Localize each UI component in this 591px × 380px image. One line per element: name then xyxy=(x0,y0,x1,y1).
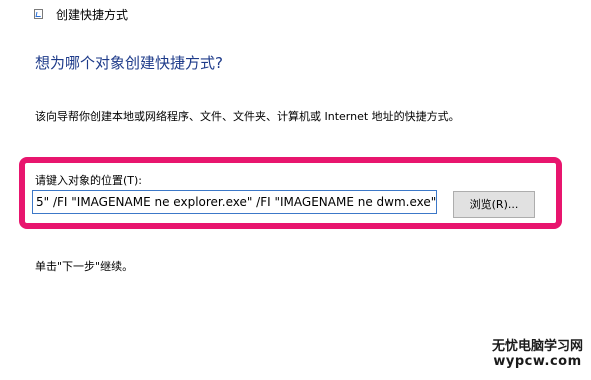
page-heading: 想为哪个对象创建快捷方式? xyxy=(35,54,223,72)
location-label: 请键入对象的位置(T): xyxy=(35,174,143,187)
browse-button[interactable]: 浏览(R)... xyxy=(453,191,535,218)
shortcut-icon xyxy=(34,9,43,19)
location-input-value: 5" /FI "IMAGENAME ne explorer.exe" /FI "… xyxy=(36,195,437,209)
title-bar: 创建快捷方式 xyxy=(0,0,591,28)
next-hint: 单击"下一步"继续。 xyxy=(35,260,134,273)
watermark-line2: wypcw.com xyxy=(493,354,582,370)
location-input[interactable]: 5" /FI "IMAGENAME ne explorer.exe" /FI "… xyxy=(32,190,437,214)
window-title: 创建快捷方式 xyxy=(56,8,129,22)
watermark: 无忧电脑学习网 wypcw.com xyxy=(491,339,583,370)
watermark-line1: 无忧电脑学习网 xyxy=(491,339,583,355)
wizard-description: 该向导帮你创建本地或网络程序、文件、文件夹、计算机或 Internet 地址的快… xyxy=(35,110,460,123)
